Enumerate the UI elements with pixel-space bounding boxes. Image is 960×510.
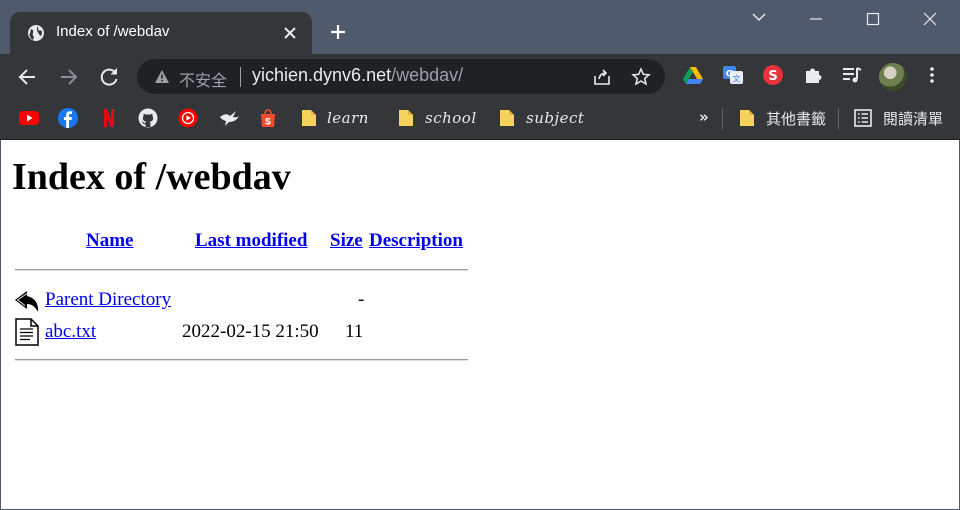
tab-search-icon[interactable] (746, 8, 772, 32)
shopee-icon[interactable]: S (258, 108, 278, 128)
column-header-last-modified[interactable]: Last modified (195, 230, 307, 252)
new-tab-icon[interactable] (328, 22, 348, 42)
bookmark-folder-school[interactable]: school (425, 109, 477, 127)
table-cell-size: 11 (345, 321, 364, 342)
table-row-link-parent-directory[interactable]: Parent Directory (45, 289, 171, 311)
bookmark-folder-subject[interactable]: subject (526, 109, 584, 127)
folder-icon[interactable] (397, 108, 417, 128)
close-window-icon[interactable] (917, 8, 943, 32)
google-drive-icon[interactable] (682, 64, 704, 86)
bookmarks-bar: S learn school subject » 其他書籤 閱讀清單 (0, 100, 960, 140)
folder-icon[interactable] (738, 108, 758, 128)
address-bar[interactable]: 不安全 yichien.dynv6.net/webdav/ (137, 59, 665, 94)
media-control-icon[interactable] (841, 64, 863, 86)
browser-tab[interactable]: Index of /webdav (10, 12, 312, 54)
page-title: Index of /webdav (12, 156, 291, 198)
facebook-icon[interactable] (58, 108, 78, 128)
column-header-size[interactable]: Size (330, 230, 363, 252)
bookmarks-divider (722, 108, 723, 130)
text-file-icon (14, 318, 40, 346)
divider (15, 269, 468, 271)
url-text[interactable]: yichien.dynv6.net/webdav/ (252, 65, 463, 86)
bookmark-folder-learn[interactable]: learn (327, 109, 369, 127)
url-host: yichien.dynv6.net (252, 65, 392, 85)
maximize-icon[interactable] (860, 8, 886, 32)
page-content: Index of /webdav Name Last modified Size… (0, 140, 960, 510)
column-header-description[interactable]: Description (369, 230, 463, 252)
youtube-icon[interactable] (18, 108, 39, 128)
profile-avatar[interactable] (879, 63, 907, 91)
column-header-name[interactable]: Name (86, 230, 133, 252)
svg-text:文: 文 (733, 74, 741, 84)
table-row-link-abc-txt[interactable]: abc.txt (45, 321, 96, 343)
back-arrow-icon (14, 287, 40, 315)
bookmarks-divider (838, 108, 839, 130)
browser-title-bar: Index of /webdav (0, 0, 960, 54)
menu-kebab-icon[interactable] (921, 64, 943, 86)
minimize-icon[interactable] (803, 8, 829, 32)
security-label[interactable]: 不安全 (179, 67, 227, 91)
svg-text:S: S (265, 118, 271, 128)
browser-toolbar: 不安全 yichien.dynv6.net/webdav/ G文 S (0, 54, 960, 100)
svg-text:S: S (768, 69, 777, 84)
bookmark-star-icon[interactable] (631, 67, 651, 87)
divider (15, 359, 468, 361)
netflix-icon[interactable] (99, 108, 119, 128)
table-cell-size: - (358, 289, 365, 310)
back-icon[interactable] (15, 64, 41, 90)
table-cell-last-modified: 2022-02-15 21:50 (182, 321, 319, 342)
bird-icon[interactable] (218, 108, 239, 128)
globe-icon (27, 24, 45, 42)
extensions-puzzle-icon[interactable] (802, 64, 824, 86)
bookmarks-overflow-button[interactable]: » (699, 108, 709, 126)
folder-icon[interactable] (498, 108, 518, 128)
folder-icon[interactable] (300, 108, 320, 128)
url-path: /webdav/ (391, 65, 464, 85)
google-translate-icon[interactable]: G文 (722, 64, 744, 86)
address-divider (240, 67, 241, 87)
close-tab-icon[interactable] (282, 25, 298, 41)
share-icon[interactable] (592, 67, 612, 87)
reading-list[interactable]: 閱讀清單 (883, 108, 943, 129)
forward-icon[interactable] (55, 64, 81, 90)
reload-icon[interactable] (96, 64, 122, 90)
github-icon[interactable] (138, 108, 158, 128)
warning-icon[interactable] (154, 69, 170, 84)
other-bookmarks[interactable]: 其他書籤 (766, 108, 826, 129)
s-extension-icon[interactable]: S (762, 64, 784, 86)
youtube-music-icon[interactable] (178, 108, 198, 128)
tab-title: Index of /webdav (56, 23, 170, 40)
reading-list-icon[interactable] (853, 108, 873, 128)
